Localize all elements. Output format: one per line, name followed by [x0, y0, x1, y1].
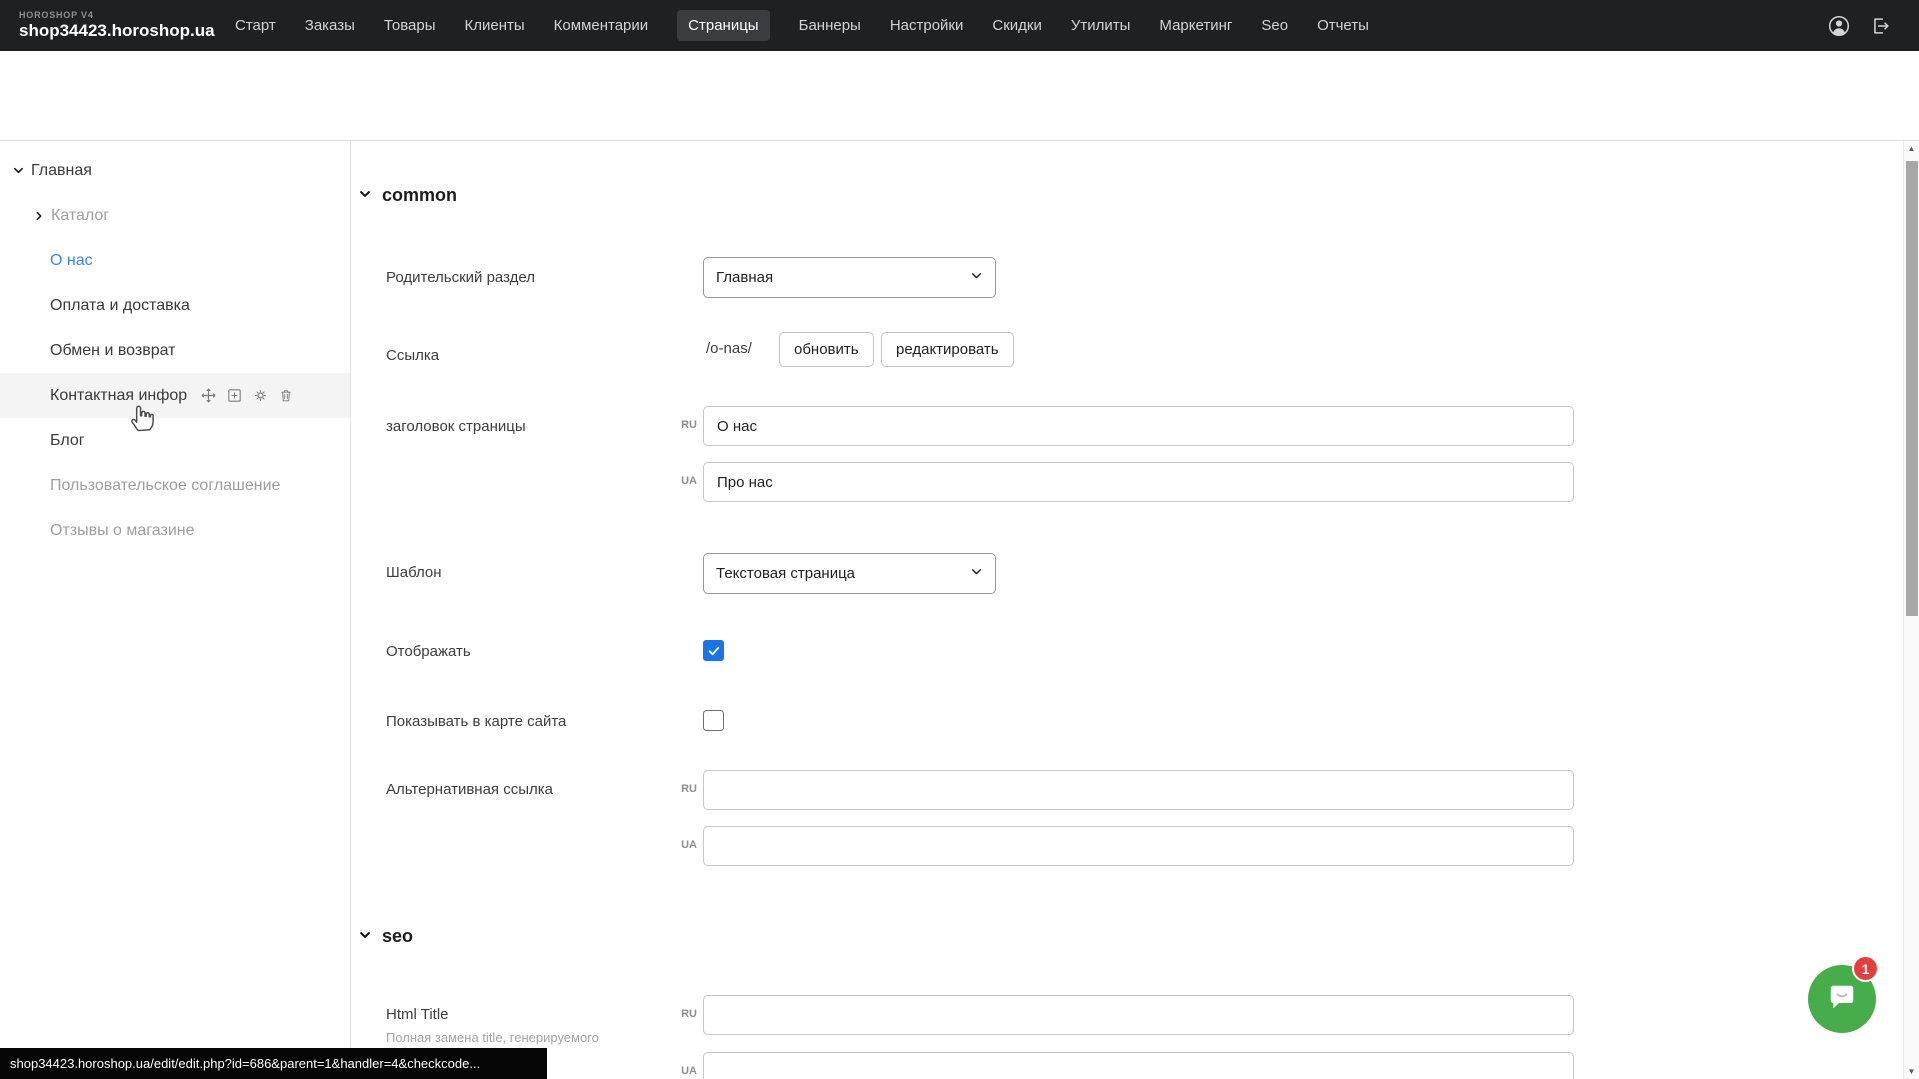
nav-item-start[interactable]: Старт	[235, 17, 276, 34]
sidebar-item-label: О нас	[50, 252, 93, 270]
section-seo[interactable]: seo	[358, 926, 413, 947]
sidebar-item-katalog[interactable]: Каталог	[0, 193, 350, 238]
vertical-scrollbar[interactable]: ▲ ▼	[1903, 141, 1919, 1079]
nav-item-orders[interactable]: Заказы	[305, 17, 355, 34]
html-title-label: Html Title	[386, 1005, 449, 1025]
sidebar-item-otzyvy[interactable]: Отзывы о магазине	[0, 508, 350, 553]
sidebar-item-kontaktnaya[interactable]: Контактная инфор	[0, 373, 350, 418]
top-navbar: HOROSHOP V4 shop34423.horoshop.ua Старт …	[0, 0, 1919, 51]
link-edit-button[interactable]: редактировать	[881, 332, 1014, 367]
nav-item-settings[interactable]: Настройки	[890, 17, 964, 34]
lang-badge-ua: UA	[671, 1065, 697, 1077]
sidebar-item-soglashenie[interactable]: Пользовательское соглашение	[0, 463, 350, 508]
parent-section-label: Родительский раздел	[386, 268, 535, 288]
nav-item-utilities[interactable]: Утилиты	[1071, 17, 1131, 34]
nav-item-comments[interactable]: Комментарии	[554, 17, 648, 34]
sidebar-item-label: Контактная инфор	[50, 387, 187, 405]
chevron-down-icon	[970, 565, 983, 582]
gear-icon[interactable]	[252, 387, 269, 404]
sidebar-item-obmen[interactable]: Обмен и возврат	[0, 328, 350, 373]
link-update-button[interactable]: обновить	[779, 332, 874, 367]
alt-link-ua-input[interactable]	[703, 826, 1574, 866]
scroll-down-arrow[interactable]: ▼	[1904, 1067, 1919, 1076]
template-label: Шаблон	[386, 563, 442, 583]
section-seo-label: seo	[382, 926, 413, 947]
account-icon[interactable]	[1827, 14, 1851, 38]
nav-item-pages[interactable]: Страницы	[677, 10, 769, 41]
screen: HOROSHOP V4 shop34423.horoshop.ua Старт …	[0, 0, 1919, 1079]
lang-badge-ru: RU	[671, 419, 697, 431]
page-title-label: заголовок страницы	[386, 417, 526, 437]
nav-item-reports[interactable]: Отчеты	[1317, 17, 1369, 34]
parent-section-value: Главная	[716, 269, 773, 286]
nav-item-products[interactable]: Товары	[384, 17, 436, 34]
lang-badge-ua: UA	[671, 839, 697, 851]
chevron-down-icon	[970, 269, 983, 286]
nav-item-banners[interactable]: Баннеры	[799, 17, 861, 34]
chevron-right-icon[interactable]	[33, 210, 45, 222]
scroll-up-arrow[interactable]: ▲	[1904, 144, 1919, 153]
sidebar-item-o-nas[interactable]: О нас	[0, 238, 350, 283]
sitemap-label: Показывать в карте сайта	[386, 712, 566, 732]
sitemap-checkbox[interactable]	[703, 710, 724, 731]
chat-unread-badge: 1	[1852, 955, 1879, 982]
sidebar-item-label: Оплата и доставка	[50, 297, 190, 315]
chevron-down-icon	[358, 926, 372, 947]
sidebar-item-oplata[interactable]: Оплата и доставка	[0, 283, 350, 328]
template-value: Текстовая страница	[716, 565, 855, 582]
navbar-right-icons	[1827, 14, 1891, 38]
nav-item-seo[interactable]: Seo	[1261, 17, 1288, 34]
sidebar-item-label: Отзывы о магазине	[50, 522, 195, 540]
page-edit-form: common Родительский раздел Главная Ссылк…	[352, 141, 1903, 1079]
add-icon[interactable]	[226, 387, 243, 404]
page-title-ua-input[interactable]	[703, 462, 1574, 502]
row-action-icons	[200, 387, 294, 404]
display-label: Отображать	[386, 642, 471, 662]
lang-badge-ru: RU	[671, 1008, 697, 1020]
move-icon[interactable]	[200, 387, 217, 404]
trash-icon[interactable]	[278, 387, 294, 404]
main-menu: Старт Заказы Товары Клиенты Комментарии …	[235, 10, 1369, 41]
sidebar-item-label: Каталог	[51, 207, 109, 225]
sidebar-item-label: Обмен и возврат	[50, 342, 175, 360]
nav-item-clients[interactable]: Клиенты	[465, 17, 525, 34]
page-title-ru-input[interactable]	[703, 406, 1574, 446]
link-path: /o-nas/	[706, 340, 752, 357]
sidebar-item-label: Блог	[50, 432, 85, 450]
logout-icon[interactable]	[1869, 15, 1891, 37]
template-select[interactable]: Текстовая страница	[703, 553, 996, 594]
section-common[interactable]: common	[358, 185, 457, 206]
html-title-ua-input[interactable]	[703, 1052, 1574, 1079]
sidebar-item-glavnaya[interactable]: Главная	[0, 148, 350, 193]
nav-item-discounts[interactable]: Скидки	[992, 17, 1041, 34]
scrollbar-thumb[interactable]	[1906, 161, 1918, 616]
link-label: Ссылка	[386, 346, 439, 366]
html-title-hint: Полная замена title, генерируемого	[386, 1030, 599, 1045]
page-header	[0, 51, 1919, 141]
lang-badge-ru: RU	[671, 783, 697, 795]
lang-badge-ua: UA	[671, 475, 697, 487]
sidebar-item-label: Главная	[31, 162, 92, 180]
chevron-down-icon[interactable]	[12, 164, 25, 177]
nav-item-marketing[interactable]: Маркетинг	[1159, 17, 1232, 34]
display-checkbox[interactable]	[703, 640, 724, 661]
logo[interactable]: HOROSHOP V4 shop34423.horoshop.ua	[19, 10, 219, 41]
sidebar-item-blog[interactable]: Блог	[0, 418, 350, 463]
alt-link-label: Альтернативная ссылка	[386, 780, 553, 800]
logo-domain: shop34423.horoshop.ua	[19, 21, 219, 41]
logo-version: HOROSHOP V4	[19, 10, 219, 20]
chat-bubble-icon	[1824, 979, 1860, 1020]
browser-status-url: shop34423.horoshop.ua/edit/edit.php?id=6…	[0, 1048, 547, 1079]
parent-section-select[interactable]: Главная	[703, 257, 996, 298]
chevron-down-icon	[358, 185, 372, 206]
section-common-label: common	[382, 185, 457, 206]
sidebar-item-label: Пользовательское соглашение	[50, 477, 280, 495]
pages-tree-sidebar: Главная Каталог О нас Оплата и доставка …	[0, 141, 351, 1079]
html-title-ru-input[interactable]	[703, 995, 1574, 1035]
tree: Главная Каталог О нас Оплата и доставка …	[0, 141, 350, 553]
alt-link-ru-input[interactable]	[703, 770, 1574, 810]
